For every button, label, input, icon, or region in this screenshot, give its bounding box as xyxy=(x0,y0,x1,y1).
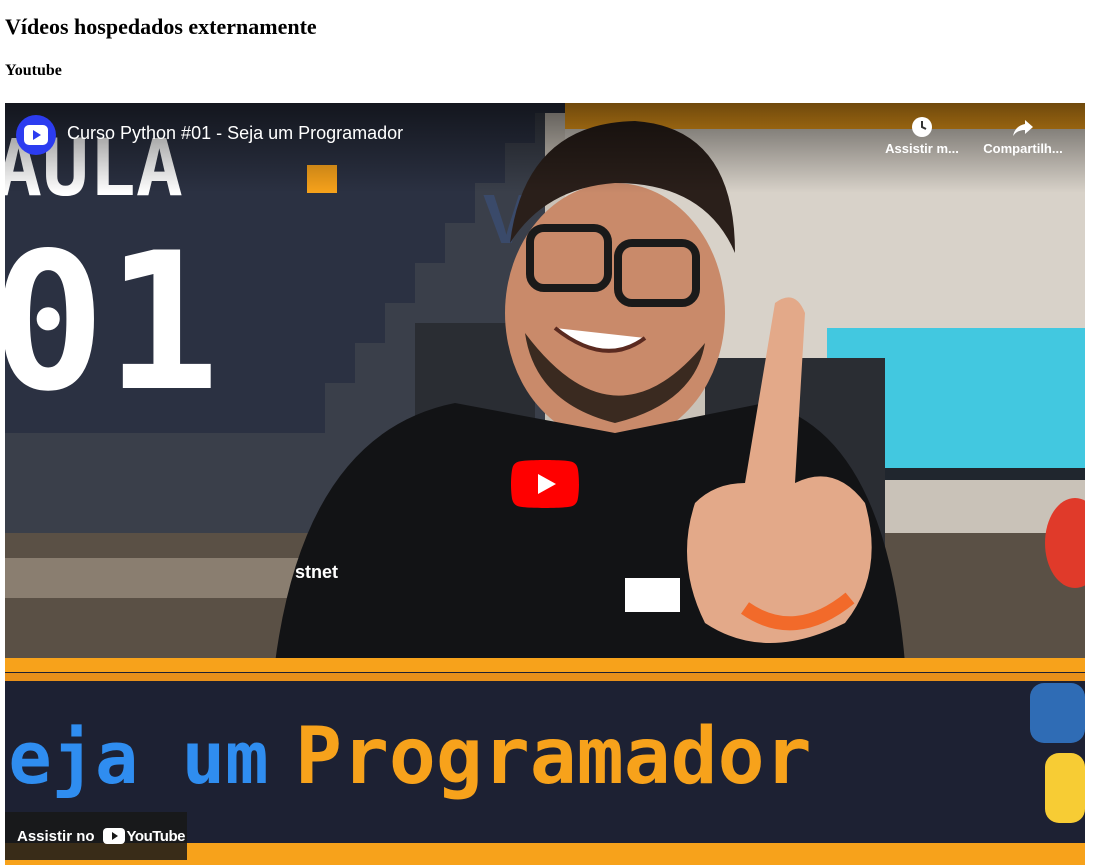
play-button[interactable] xyxy=(511,460,579,508)
watch-later-button[interactable]: Assistir m... xyxy=(877,115,967,156)
video-title-link[interactable]: Curso Python #01 - Seja um Programador xyxy=(67,123,403,144)
youtube-logo: YouTube xyxy=(102,827,186,845)
share-label: Compartilh... xyxy=(983,141,1063,156)
share-arrow-icon xyxy=(1013,120,1033,136)
section-heading: Youtube xyxy=(5,62,62,79)
thumb-banner-left: Seja um xyxy=(5,716,268,800)
youtube-wordmark: YouTube xyxy=(126,827,186,845)
watch-on-label: Assistir no xyxy=(17,827,95,845)
thumb-shirt-text: stnet xyxy=(295,562,338,582)
page-heading: Vídeos hospedados externamente xyxy=(5,14,317,39)
share-button[interactable]: Compartilh... xyxy=(978,115,1068,156)
channel-avatar[interactable] xyxy=(16,115,56,155)
watch-on-youtube-button[interactable]: Assistir no YouTube xyxy=(5,812,187,860)
thumb-banner-right: Programador xyxy=(295,712,812,802)
clock-icon xyxy=(912,117,932,137)
youtube-play-icon xyxy=(102,828,125,844)
youtube-embed[interactable]: AULA 01 V stnet Seja um Programador xyxy=(5,103,1085,865)
channel-avatar-icon xyxy=(24,125,48,145)
watch-later-label: Assistir m... xyxy=(885,141,959,156)
thumb-number-text: 01 xyxy=(5,212,220,433)
